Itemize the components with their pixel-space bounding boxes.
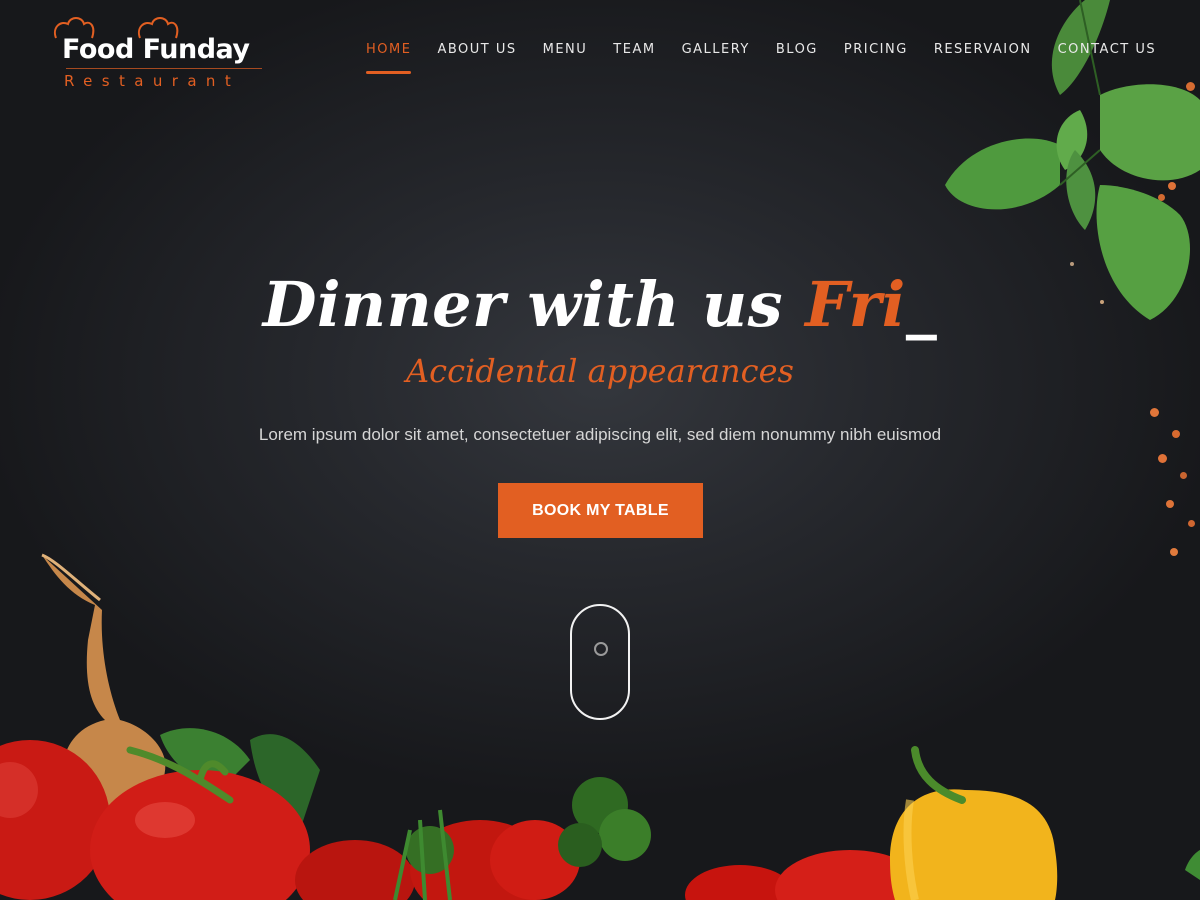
book-table-button[interactable]: BOOK MY TABLE [498, 483, 703, 538]
pepper-icon [890, 746, 1058, 900]
nav-item-home[interactable]: HOME [366, 40, 412, 74]
brand-name: Food Funday [62, 34, 250, 65]
mouse-wheel-icon [594, 642, 608, 656]
headline-rotating-word: Fri [805, 268, 906, 341]
hero-subheadline: Accidental appearances [406, 352, 794, 390]
headline-text: Dinner with us [262, 268, 806, 341]
hero-description: Lorem ipsum dolor sit amet, consectetuer… [258, 425, 942, 444]
nav-item-menu[interactable]: MENU [543, 40, 588, 74]
nav-item-reservation[interactable]: RESERVAION [934, 40, 1032, 74]
brand-logo[interactable]: Food Funday Restaurant [52, 14, 282, 90]
brand-tagline: Restaurant [64, 72, 241, 90]
mouse-scroll-icon[interactable] [570, 604, 630, 720]
typing-cursor: _ [905, 268, 938, 341]
nav-item-blog[interactable]: BLOG [776, 40, 818, 74]
food-decoration [0, 0, 1200, 900]
hero-headline: Dinner with us Fri_ [0, 268, 1200, 341]
main-nav: HOME ABOUT US MENU TEAM GALLERY BLOG PRI… [366, 40, 1182, 74]
nav-item-gallery[interactable]: GALLERY [682, 40, 750, 74]
nav-item-contact-us[interactable]: CONTACT US [1058, 40, 1157, 74]
nav-item-pricing[interactable]: PRICING [844, 40, 908, 74]
nav-item-team[interactable]: TEAM [613, 40, 655, 74]
nav-item-about-us[interactable]: ABOUT US [437, 40, 516, 74]
brand-divider [66, 68, 262, 69]
